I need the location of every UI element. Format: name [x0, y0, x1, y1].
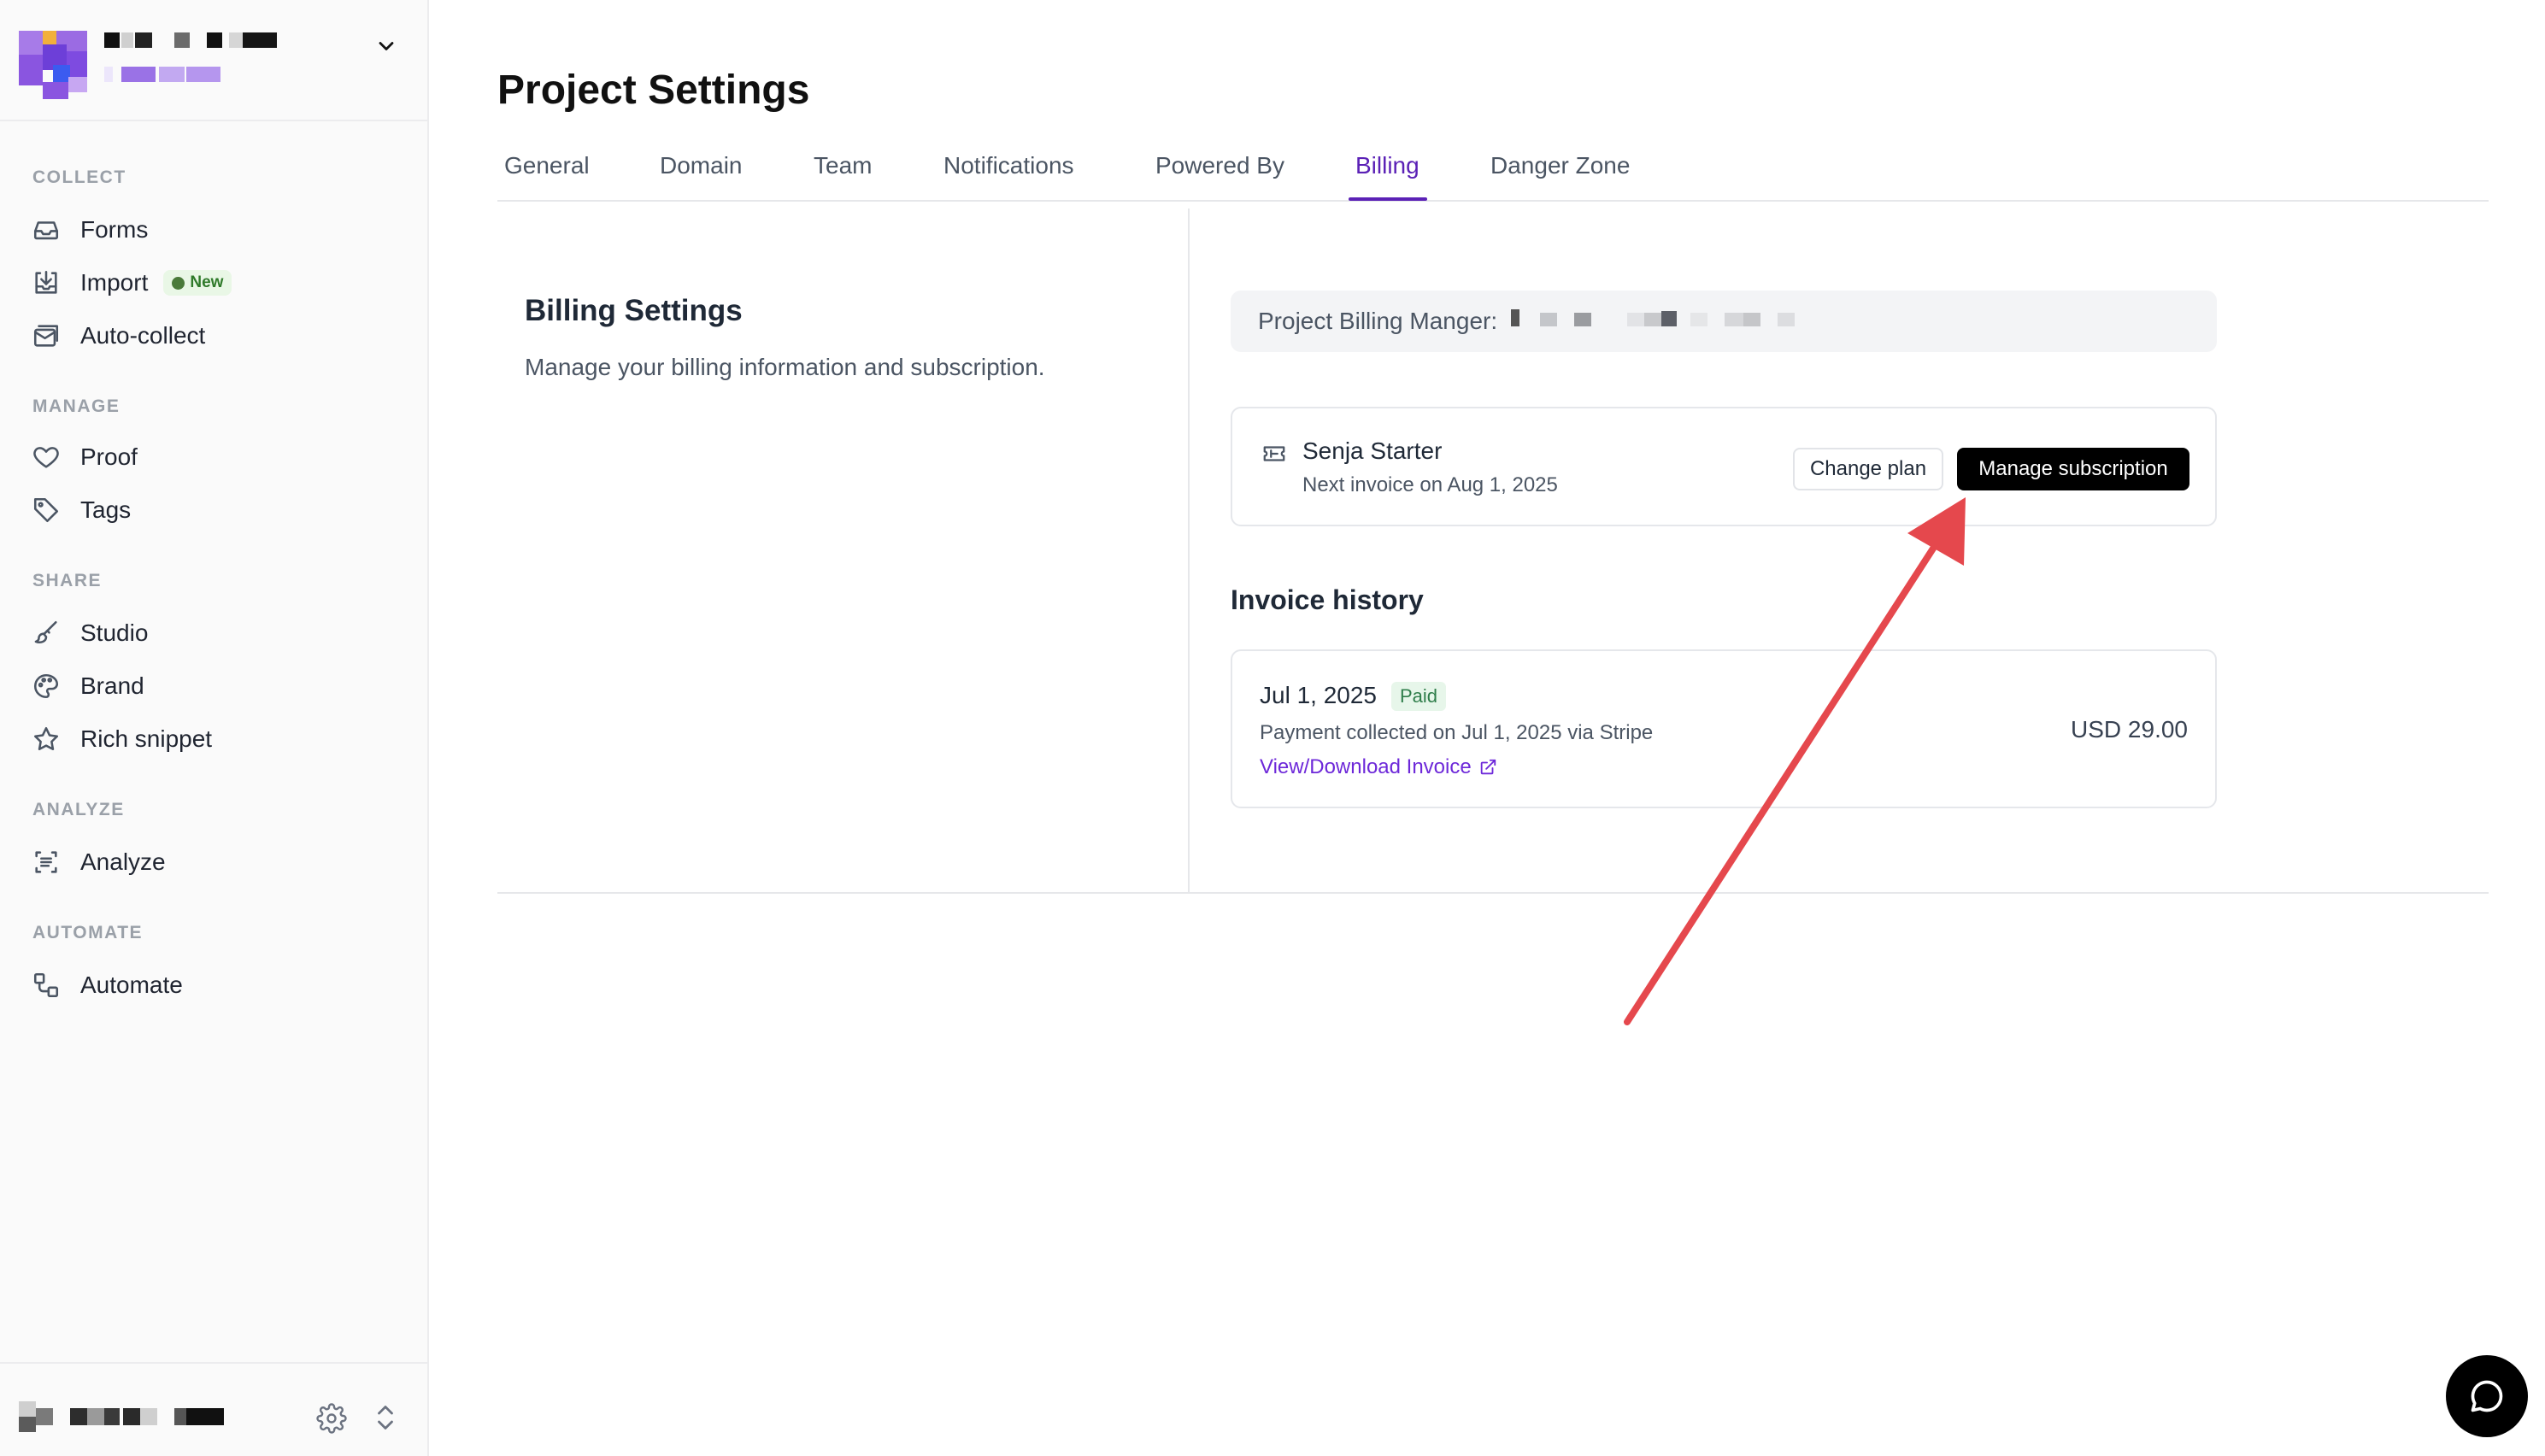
chevron-down-icon[interactable]	[374, 34, 398, 58]
sidebar-item-label: Analyze	[80, 848, 166, 875]
ticket-icon	[1263, 446, 1285, 461]
sidebar-item-tags[interactable]: Tags	[19, 485, 408, 535]
subscription-card: Senja Starter Next invoice on Aug 1, 202…	[1231, 407, 2217, 526]
sidebar-item-label: Brand	[80, 672, 144, 699]
sidebar-item-import[interactable]: Import New	[19, 258, 408, 308]
tab-domain[interactable]: Domain	[660, 152, 742, 202]
manage-subscription-button[interactable]: Manage subscription	[1957, 448, 2189, 490]
billing-manager-label: Project Billing Manger:	[1258, 308, 1498, 334]
invoice-payment-note: Payment collected on Jul 1, 2025 via Str…	[1260, 721, 1654, 744]
sidebar-item-forms[interactable]: Forms	[19, 205, 408, 255]
tab-team[interactable]: Team	[814, 152, 872, 202]
sidebar-item-automate[interactable]: Automate	[19, 960, 408, 1010]
new-badge: New	[163, 270, 232, 296]
tab-general[interactable]: General	[504, 152, 590, 202]
tab-notifications[interactable]: Notifications	[943, 152, 1074, 202]
list-report-icon	[31, 847, 62, 878]
workspace-plan	[104, 67, 232, 84]
user-name	[19, 1401, 232, 1432]
palette-icon	[31, 671, 62, 702]
brush-icon	[31, 618, 62, 649]
invoice-history-title: Invoice history	[1231, 584, 1424, 615]
next-invoice-date: Next invoice on Aug 1, 2025	[1302, 473, 1558, 496]
sidebar-item-label: Automate	[80, 972, 183, 998]
mail-stack-icon	[31, 320, 62, 351]
inbox-icon	[31, 214, 62, 245]
section-label-share: SHARE	[32, 571, 103, 590]
status-badge: Paid	[1391, 682, 1447, 711]
page-title: Project Settings	[497, 68, 810, 113]
sidebar-item-label: Tags	[80, 496, 132, 523]
section-label-collect: COLLECT	[32, 167, 126, 187]
chat-support-button[interactable]	[2446, 1355, 2528, 1437]
view-download-invoice-link[interactable]: View/Download Invoice	[1260, 755, 1497, 779]
user-menu[interactable]	[0, 1362, 427, 1456]
plan-name: Senja Starter	[1302, 437, 1443, 464]
sidebar-item-label: Studio	[80, 619, 149, 646]
sidebar-item-rich-snippet[interactable]: Rich snippet	[19, 714, 408, 764]
sidebar-item-label: Forms	[80, 216, 149, 243]
sidebar-item-analyze[interactable]: Analyze	[19, 837, 408, 887]
invoice-row: Jul 1, 2025 Paid Payment collected on Ju…	[1231, 649, 2217, 808]
change-plan-button[interactable]: Change plan	[1793, 448, 1943, 490]
invoice-amount: USD 29.00	[2071, 716, 2188, 743]
section-label-analyze: ANALYZE	[32, 800, 125, 819]
sidebar-item-label: Import	[80, 269, 149, 296]
gear-icon[interactable]	[316, 1403, 347, 1434]
section-label-automate: AUTOMATE	[32, 923, 144, 942]
tag-icon	[31, 495, 62, 525]
star-icon	[31, 724, 62, 754]
sidebar-item-auto-collect[interactable]: Auto-collect	[19, 311, 408, 361]
workspace-switcher[interactable]	[0, 0, 427, 121]
tab-danger-zone[interactable]: Danger Zone	[1490, 152, 1630, 202]
heart-icon	[31, 442, 62, 473]
sidebar-item-studio[interactable]: Studio	[19, 608, 408, 658]
sidebar: COLLECT Forms Import New Auto-collect MA…	[0, 0, 429, 1456]
chevron-up-down-icon[interactable]	[373, 1401, 398, 1434]
chat-bubble-icon	[2471, 1380, 2503, 1412]
sidebar-item-label: Rich snippet	[80, 725, 213, 752]
tab-powered-by[interactable]: Powered By	[1155, 152, 1284, 202]
billing-settings-title: Billing Settings	[525, 294, 743, 327]
tab-billing[interactable]: Billing	[1355, 152, 1419, 202]
settings-tabs: General Domain Team Notifications Powere…	[497, 144, 2489, 202]
workspace-name	[104, 32, 284, 51]
workspace-avatar	[19, 31, 87, 99]
workflow-icon	[31, 970, 62, 1001]
sidebar-item-brand[interactable]: Brand	[19, 661, 408, 711]
billing-manager-box: Project Billing Manger:	[1231, 291, 2217, 352]
tree-icon	[172, 276, 185, 290]
column-divider	[1188, 208, 1190, 892]
billing-manager-value	[1511, 308, 1819, 333]
sidebar-item-label: Proof	[80, 443, 138, 470]
billing-settings-description: Manage your billing information and subs…	[525, 354, 1045, 380]
download-icon	[31, 267, 62, 298]
invoice-date: Jul 1, 2025	[1260, 682, 1377, 708]
active-tab-indicator	[1349, 197, 1427, 201]
section-label-manage: MANAGE	[32, 396, 120, 416]
sidebar-item-proof[interactable]: Proof	[19, 432, 408, 482]
external-link-icon	[1480, 759, 1496, 775]
sidebar-item-label: Auto-collect	[80, 322, 206, 349]
